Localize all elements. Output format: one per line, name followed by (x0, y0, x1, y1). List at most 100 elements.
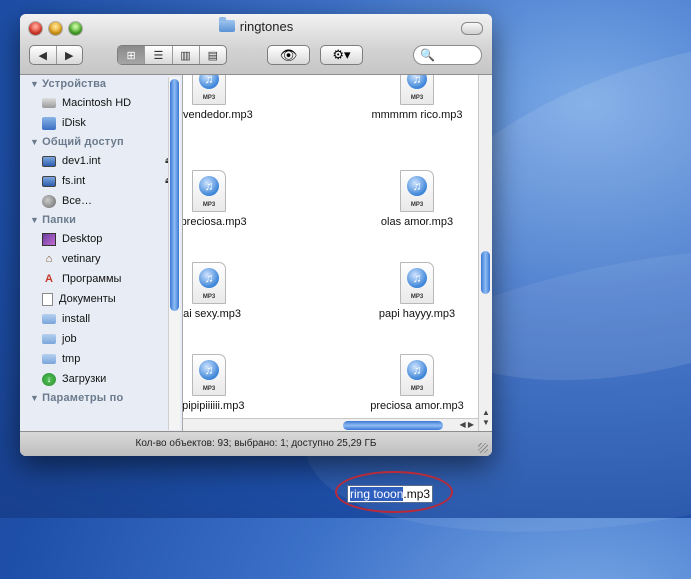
disclosure-triangle-icon[interactable]: ▼ (30, 393, 39, 403)
sidebar-item-job[interactable]: job (20, 329, 182, 349)
file-name: a preciosa.mp3 (183, 216, 247, 228)
sidebar: ▼ Устройства Macintosh HD iDisk ▼ Общий до… (20, 75, 183, 432)
window-title: ringtones (239, 19, 294, 34)
file-item[interactable]: ♫ MP3 pai sexy.mp3 (183, 262, 289, 320)
downloads-icon: ↓ (42, 372, 56, 386)
file-item[interactable]: ♫ MP3 olas amor.mp3 (337, 170, 492, 228)
sidebar-item-label: Desktop (62, 233, 103, 245)
file-name: preciosa amor.mp3 (370, 400, 464, 412)
scroll-arrows-icon[interactable]: ◀ ▶ (459, 420, 474, 429)
title-bar[interactable]: ringtones ◀ ▶ ⊞ ☰ ▥ ▤ 👁 ⚙▾ 🔍 (20, 14, 492, 75)
sidebar-header[interactable]: ▼ Общий доступ (20, 133, 182, 151)
sidebar-item-label: vetinary (62, 253, 101, 265)
file-extension-text: .mp3 (403, 487, 431, 501)
file-type-label: MP3 (410, 95, 424, 101)
file-type-label: MP3 (202, 294, 216, 300)
applications-icon: A (45, 273, 53, 285)
sidebar-item-tmp[interactable]: tmp (20, 349, 182, 369)
sidebar-item-fs[interactable]: fs.int⏏ (20, 171, 182, 191)
sidebar-section-devices: ▼ Устройства Macintosh HD iDisk (20, 75, 182, 133)
back-icon[interactable]: ◀ (30, 46, 57, 64)
idisk-icon (42, 116, 56, 130)
search-field[interactable]: 🔍 (413, 45, 482, 65)
disclosure-triangle-icon[interactable]: ▼ (30, 79, 39, 89)
music-note-icon: ♫ (199, 360, 219, 380)
file-name: mmmmm rico.mp3 (371, 109, 463, 121)
sidebar-item-all[interactable]: Все… (20, 191, 182, 211)
sidebar-item-downloads[interactable]: ↓ Загрузки (20, 369, 182, 389)
quick-look-button[interactable]: 👁 (267, 45, 310, 65)
sidebar-item-desktop[interactable]: Desktop (20, 229, 182, 249)
file-item[interactable]: ♫ MP3 preciosa amor.mp3 (337, 354, 492, 412)
forward-icon[interactable]: ▶ (57, 46, 83, 64)
music-note-icon: ♫ (407, 75, 427, 89)
mp3-file-icon: ♫ MP3 (400, 170, 434, 212)
finder-window: ringtones ◀ ▶ ⊞ ☰ ▥ ▤ 👁 ⚙▾ 🔍 ▼ Устройства… (20, 14, 492, 456)
sidebar-item-label: Macintosh HD (62, 97, 132, 109)
file-name: papi hayyy.mp3 (378, 308, 456, 320)
hard-drive-icon (42, 98, 56, 108)
eye-icon: 👁 (279, 46, 298, 63)
file-item[interactable]: ♫ MP3 mmmmm rico.mp3 (337, 75, 492, 121)
sidebar-item-vetinary[interactable]: ⌂ vetinary (20, 249, 182, 269)
folder-icon (42, 334, 56, 344)
mp3-file-icon: ♫ MP3 (400, 262, 434, 304)
sidebar-item-applications[interactable]: A Программы (20, 269, 182, 289)
icon-view-icon[interactable]: ⊞ (118, 46, 146, 64)
view-mode-control: ⊞ ☰ ▥ ▤ (117, 45, 227, 65)
music-note-icon: ♫ (199, 268, 219, 288)
desktop-file-rename-field[interactable]: ring tooon.mp3 (347, 485, 434, 503)
horizontal-scrollbar[interactable]: ◀ ▶ (183, 418, 478, 432)
selected-name-text: ring tooon (350, 487, 404, 501)
resize-grip-icon[interactable] (478, 443, 488, 453)
home-icon: ⌂ (45, 253, 53, 265)
file-name: pipipipiiiiii.mp3 (183, 400, 245, 412)
sidebar-section-search: ▼ Параметры по (20, 389, 182, 407)
sidebar-header[interactable]: ▼ Папки (20, 211, 182, 229)
back-forward-control: ◀ ▶ (29, 45, 83, 65)
network-computer-icon (42, 175, 56, 187)
network-computer-icon (42, 155, 56, 167)
sidebar-scrollbar[interactable] (168, 77, 180, 430)
status-bar: Кол-во объектов: 93; выбрано: 1; доступн… (20, 431, 492, 456)
file-item[interactable]: ♫ MP3 aje vendedor.mp3 (183, 75, 289, 121)
sidebar-header[interactable]: ▼ Параметры по (20, 389, 182, 407)
sidebar-item-label: fs.int (62, 175, 86, 187)
sidebar-header[interactable]: ▼ Устройства (20, 75, 182, 93)
sidebar-item-label: job (62, 333, 77, 345)
globe-icon (42, 194, 56, 208)
sidebar-item-label: iDisk (62, 117, 86, 129)
music-note-icon: ♫ (407, 176, 427, 196)
sidebar-item-dev1[interactable]: dev1.int⏏ (20, 151, 182, 171)
status-text: Кол-во объектов: 93; выбрано: 1; доступн… (135, 438, 377, 449)
disclosure-triangle-icon[interactable]: ▼ (30, 137, 39, 147)
sidebar-item-macintosh-hd[interactable]: Macintosh HD (20, 93, 182, 113)
action-menu-button[interactable]: ⚙▾ (320, 45, 363, 65)
sidebar-scroll-thumb[interactable] (170, 79, 179, 311)
coverflow-view-icon[interactable]: ▤ (200, 46, 226, 64)
column-view-icon[interactable]: ▥ (173, 46, 200, 64)
horizontal-scroll-thumb[interactable] (343, 421, 443, 430)
mp3-file-icon: ♫ MP3 (400, 75, 434, 105)
music-note-icon: ♫ (407, 268, 427, 288)
sidebar-item-idisk[interactable]: iDisk (20, 113, 182, 133)
folder-icon (218, 17, 235, 32)
file-item[interactable]: ♫ MP3 a preciosa.mp3 (183, 170, 289, 228)
sidebar-section-shared: ▼Общий доступ dev1.int⏏ fs.int⏏ Все… (20, 133, 182, 211)
sidebar-item-label: Загрузки (62, 373, 107, 385)
file-type-label: MP3 (202, 95, 216, 101)
sidebar-item-documents[interactable]: Документы (20, 289, 182, 309)
file-item[interactable]: ♫ MP3 papi hayyy.mp3 (337, 262, 492, 320)
sidebar-item-install[interactable]: install (20, 309, 182, 329)
vertical-scrollbar[interactable]: ▲ ▼ (478, 75, 492, 432)
folder-icon (42, 314, 56, 324)
list-view-icon[interactable]: ☰ (145, 46, 173, 64)
window-title-wrap: ringtones (20, 17, 492, 34)
sidebar-item-label: install (62, 313, 91, 325)
file-item[interactable]: ♫ MP3 pipipipiiiiii.mp3 (183, 354, 289, 412)
disclosure-triangle-icon[interactable]: ▼ (30, 215, 39, 225)
vertical-scroll-thumb[interactable] (481, 251, 490, 294)
music-note-icon: ♫ (199, 75, 219, 89)
scroll-arrows-icon[interactable]: ▲ ▼ (480, 408, 492, 428)
file-type-label: MP3 (202, 386, 216, 392)
